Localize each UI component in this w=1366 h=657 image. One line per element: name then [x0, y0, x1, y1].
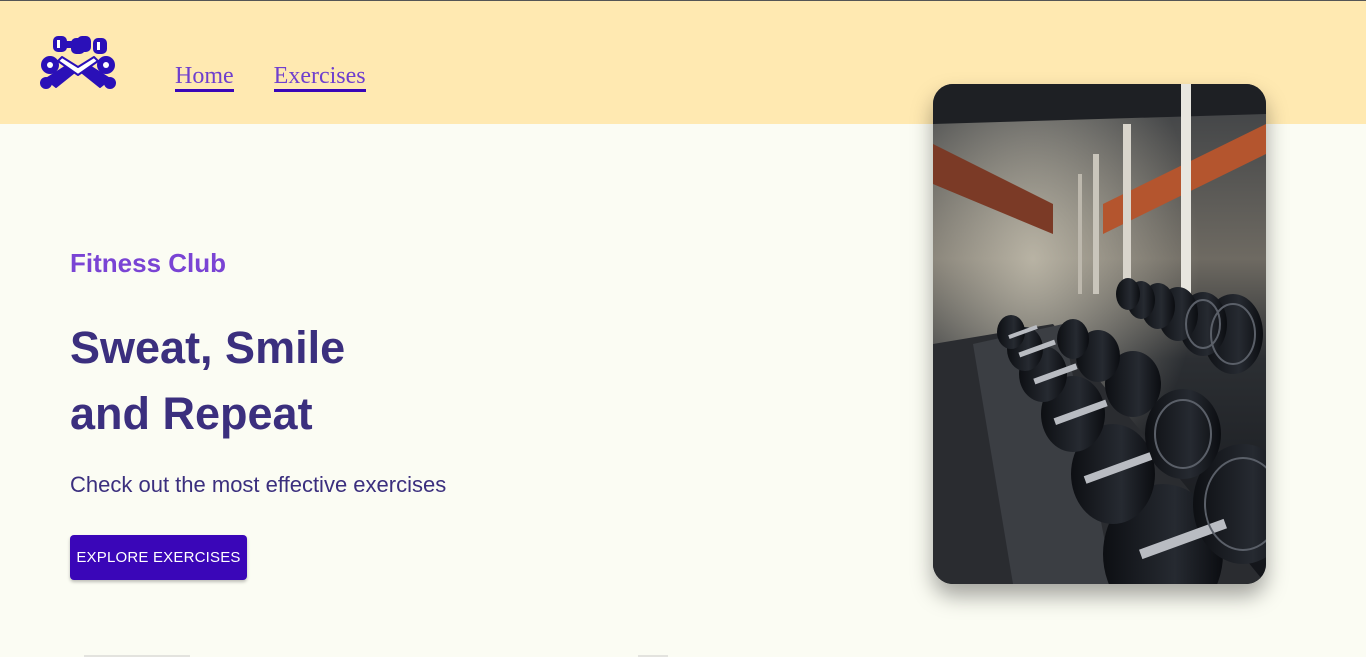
- nav-link-exercises[interactable]: Exercises: [273, 63, 366, 92]
- explore-exercises-button[interactable]: EXPLORE EXERCISES: [70, 535, 247, 580]
- hero-headline-line1: Sweat, Smile: [70, 322, 346, 373]
- nav-link-home[interactable]: Home: [175, 63, 234, 92]
- gym-dumbbells-image: [933, 84, 1266, 584]
- dumbbell-logo-icon[interactable]: [38, 31, 118, 91]
- hero-eyebrow: Fitness Club: [70, 248, 227, 278]
- main-nav: Home Exercises: [175, 63, 366, 92]
- hero-subtext: Check out the most effective exercises: [70, 472, 447, 497]
- hero-headline: Sweat, Smile and Repeat: [70, 315, 345, 447]
- hero-headline-line2: and Repeat: [70, 388, 313, 439]
